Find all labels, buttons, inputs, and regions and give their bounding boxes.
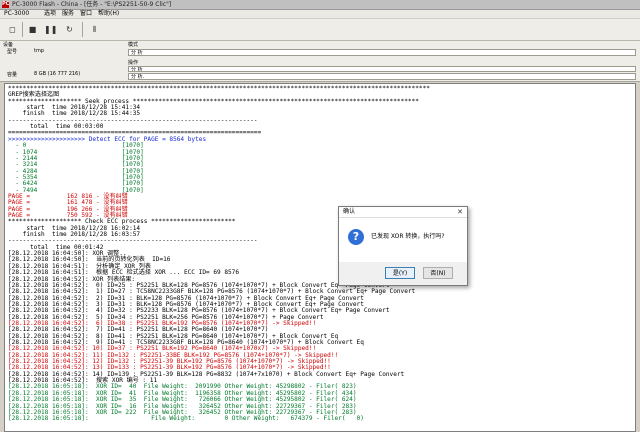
device-label: 设备: [3, 42, 14, 48]
app-logo-icon: PC: [2, 1, 10, 8]
menu-bar: PC-3000 选项 服务 窗口 帮助(H): [0, 10, 640, 18]
window-title: PC-3000 Flash - China - [任务 - "E:\PS2251…: [12, 1, 172, 8]
mode-value: 分 析: [128, 49, 636, 56]
refresh-icon[interactable]: ↻: [63, 23, 76, 36]
close-icon[interactable]: ✕: [457, 207, 463, 217]
dialog-message: 已发现 XOR 转换，执行吗?: [371, 233, 445, 240]
dialog-body: ? 已发现 XOR 转换，执行吗?: [339, 218, 467, 262]
capacity-label: 容量: [7, 72, 18, 78]
title-bar: PC PC-3000 Flash - China - [任务 - "E:\PS2…: [0, 0, 640, 10]
mode-label: 模式: [128, 42, 139, 48]
toolbar-separator: [82, 22, 83, 37]
log-line: [28.12.2018 16:05:18]: File Weight: 0 Ot…: [8, 415, 364, 423]
graph-icon[interactable]: ⦀: [88, 23, 101, 36]
toolbar-separator: [22, 22, 23, 37]
operation-value-2: 分 析.: [128, 73, 636, 80]
yes-button[interactable]: 是(Y): [385, 267, 415, 279]
disabled-icon: ◻: [9, 25, 16, 34]
operation-value-1: 分 析: [128, 66, 636, 72]
model-value: tmp: [34, 48, 45, 54]
menu-service[interactable]: 服务: [62, 10, 74, 18]
stop-icon[interactable]: ■: [26, 23, 39, 36]
dialog-title: 确认: [343, 208, 356, 215]
menu-window[interactable]: 窗口: [80, 10, 92, 18]
menu-help[interactable]: 帮助(H): [98, 10, 119, 18]
dialog-title-bar: 确认 ✕: [339, 207, 467, 218]
question-icon: ?: [348, 229, 364, 245]
capacity-value: 8 GB (16 777 216): [34, 71, 81, 77]
model-label: 型号: [7, 49, 18, 55]
log-output-pane[interactable]: ****************************************…: [4, 83, 636, 432]
confirm-dialog: 确认 ✕ ? 已发现 XOR 转换，执行吗? 是(Y) 否(N): [338, 206, 468, 286]
log-line: ****************************************…: [8, 85, 430, 92]
toolbar: ◻ ■ ❚❚ ↻ ⦀: [0, 19, 640, 41]
device-info-panel: 设备 型号 tmp 容量 8 GB (16 777 216) 模式 分 析 操作…: [0, 41, 640, 82]
pause-icon[interactable]: ❚❚: [44, 23, 57, 36]
no-button[interactable]: 否(N): [423, 267, 453, 279]
menu-options[interactable]: 选项: [44, 10, 56, 18]
menu-pc3000[interactable]: PC-3000: [4, 10, 29, 18]
